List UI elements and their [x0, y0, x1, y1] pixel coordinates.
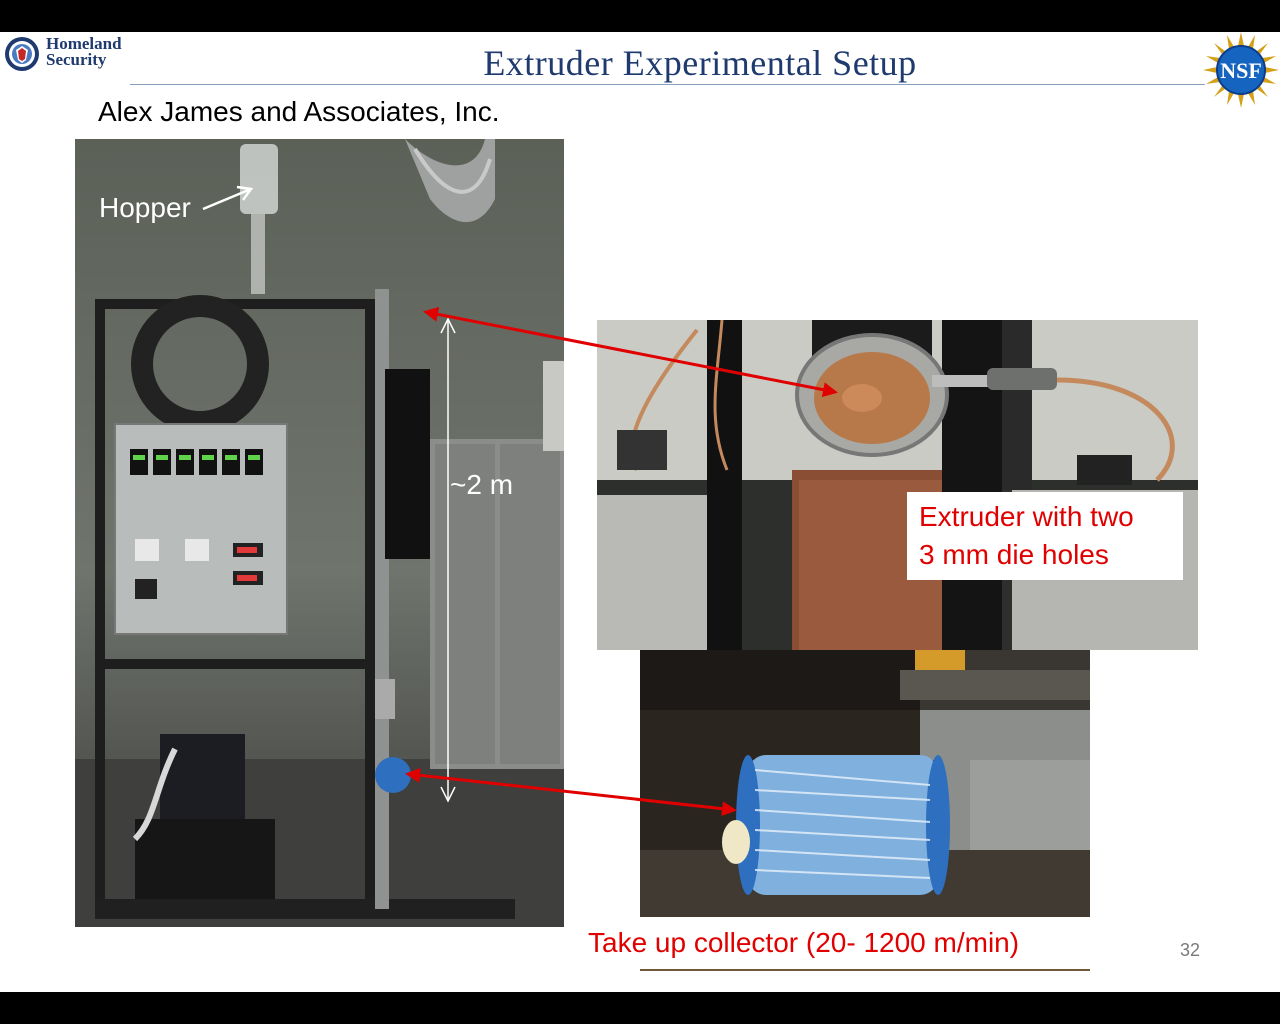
takeup-caption: Take up collector (20- 1200 m/min): [588, 927, 1020, 958]
connector-arrows: [405, 306, 838, 817]
die-connector-arrow: [423, 306, 838, 398]
spool-connector-arrow: [405, 767, 737, 817]
bottom-letterbox: [0, 992, 1280, 1024]
page-number: 32: [1180, 940, 1201, 960]
takeup-underline: [640, 969, 1090, 971]
slide: Homeland Security NSF Extruder Experimen…: [0, 32, 1280, 992]
